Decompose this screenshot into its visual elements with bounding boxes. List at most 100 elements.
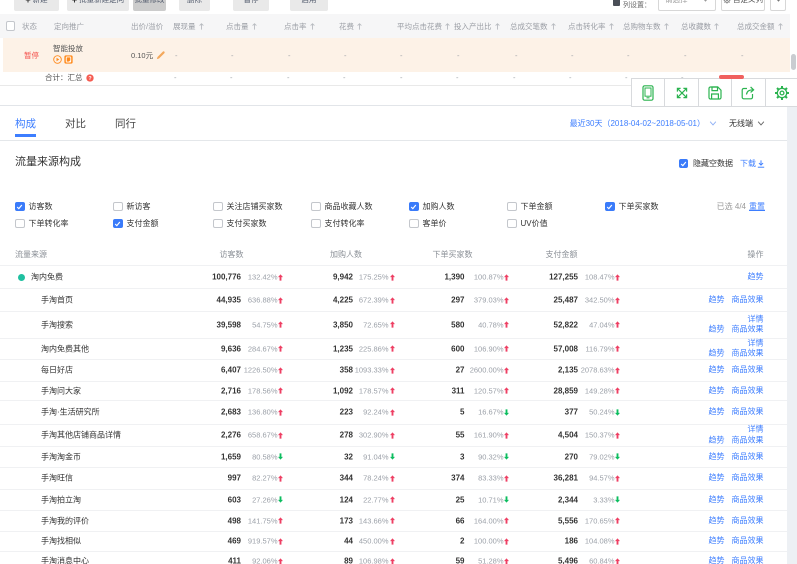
- hide-empty-toggle[interactable]: 隐藏空数据 下载: [679, 158, 766, 169]
- toolbar-button[interactable]: + 批量新建定向: [67, 0, 129, 11]
- toolbar-button[interactable]: + 新建: [14, 0, 59, 11]
- column-header[interactable]: 总成交金额: [737, 14, 783, 38]
- trend-link[interactable]: 趋势: [709, 385, 725, 394]
- column-header[interactable]: 展现量: [173, 14, 204, 38]
- trend-link[interactable]: 趋势: [709, 295, 725, 304]
- source-name[interactable]: 每日好店: [41, 365, 73, 376]
- source-name[interactable]: 手淘我的评价: [41, 515, 89, 526]
- metric-checkbox[interactable]: [507, 202, 517, 212]
- column-header[interactable]: 平均点击花费: [397, 14, 450, 38]
- creative-icon[interactable]: [64, 55, 73, 64]
- product-effect-link[interactable]: 商品效果: [732, 452, 764, 461]
- metric-checkbox[interactable]: [409, 202, 419, 212]
- product-effect-link[interactable]: 商品效果: [732, 385, 764, 394]
- settings-button[interactable]: [766, 79, 797, 106]
- tab[interactable]: 对比: [65, 106, 86, 140]
- metric-filter[interactable]: 关注店铺买家数: [213, 201, 283, 212]
- trend-link[interactable]: 趋势: [709, 452, 725, 461]
- column-header[interactable]: 定向推广: [54, 14, 84, 38]
- source-name[interactable]: 手淘找相似: [41, 536, 81, 547]
- promotion-row[interactable]: 暂停 智能投放 0.10元 - -: [3, 38, 790, 72]
- product-effect-link[interactable]: 商品效果: [732, 494, 764, 503]
- column-header[interactable]: 点击率: [284, 14, 315, 38]
- metric-filter[interactable]: UV价值: [507, 218, 548, 229]
- vertical-scrollbar[interactable]: [791, 54, 796, 70]
- detail-link[interactable]: 详情: [748, 425, 764, 434]
- metric-filter[interactable]: 支付金额: [113, 218, 159, 229]
- metric-filter[interactable]: 支付转化率: [311, 218, 365, 229]
- source-name[interactable]: 手淘旺信: [41, 473, 73, 484]
- bulk-select[interactable]: 请选择: [658, 0, 716, 11]
- trend-link[interactable]: 趋势: [709, 349, 725, 358]
- source-name[interactable]: 手淘·生活研究所: [41, 407, 100, 418]
- metric-checkbox[interactable]: [213, 202, 223, 212]
- product-effect-link[interactable]: 商品效果: [732, 325, 764, 334]
- source-name[interactable]: 手淘消息中心: [41, 556, 89, 564]
- metric-checkbox[interactable]: [311, 202, 321, 212]
- metric-checkbox[interactable]: [15, 219, 25, 229]
- trend-link[interactable]: 趋势: [709, 494, 725, 503]
- metric-filter[interactable]: 访客数: [15, 201, 53, 212]
- trend-link[interactable]: 趋势: [709, 556, 725, 564]
- source-name[interactable]: 淘内免费: [31, 272, 63, 283]
- column-header[interactable]: 点击量: [226, 14, 257, 38]
- select-all-checkbox[interactable]: [6, 21, 16, 31]
- product-effect-link[interactable]: 商品效果: [732, 365, 764, 374]
- column-header[interactable]: 点击转化率: [568, 14, 614, 38]
- metric-checkbox[interactable]: [15, 202, 25, 212]
- metric-checkbox[interactable]: [311, 219, 321, 229]
- metric-filter[interactable]: 加购人数: [409, 201, 455, 212]
- tab[interactable]: 同行: [115, 106, 136, 140]
- trend-link[interactable]: 趋势: [709, 365, 725, 374]
- metric-filter[interactable]: 下单转化率: [15, 218, 69, 229]
- column-header[interactable]: 投入产出比: [454, 14, 500, 38]
- metric-filter[interactable]: 下单金额: [507, 201, 553, 212]
- metric-filter[interactable]: 新访客: [113, 201, 151, 212]
- channel-selector[interactable]: 无线端: [729, 118, 753, 129]
- product-effect-link[interactable]: 商品效果: [732, 295, 764, 304]
- metric-checkbox[interactable]: [113, 202, 123, 212]
- save-button[interactable]: [699, 79, 732, 106]
- column-header[interactable]: 出价/溢价: [131, 14, 163, 38]
- customize-columns-button[interactable]: 自定义列: [721, 0, 765, 11]
- metric-filter[interactable]: 客单价: [409, 218, 447, 229]
- date-range-selector[interactable]: 最近30天（2018-04-02~2018-05-01）: [570, 118, 705, 129]
- hide-empty-checkbox[interactable]: [679, 159, 689, 169]
- toolbar-button[interactable]: 启用: [290, 0, 328, 11]
- product-effect-link[interactable]: 商品效果: [732, 556, 764, 564]
- product-effect-link[interactable]: 商品效果: [732, 536, 764, 545]
- metric-checkbox[interactable]: [113, 219, 123, 229]
- column-header[interactable]: 总购物车数: [623, 14, 669, 38]
- toolbar-button[interactable]: 暂停: [233, 0, 269, 11]
- promotion-name[interactable]: 智能投放: [53, 43, 83, 54]
- metric-checkbox[interactable]: [213, 219, 223, 229]
- source-name[interactable]: 手淘拍立淘: [41, 494, 81, 505]
- tab[interactable]: 构成: [15, 106, 36, 140]
- trend-link[interactable]: 趋势: [709, 325, 725, 334]
- reset-link[interactable]: 重置: [749, 201, 765, 212]
- column-header[interactable]: 状态: [22, 14, 37, 38]
- fullscreen-button[interactable]: [665, 79, 698, 106]
- metric-filter[interactable]: 商品收藏人数: [311, 201, 373, 212]
- source-name[interactable]: 手淘问大家: [41, 385, 81, 396]
- column-header[interactable]: 总成交笔数: [510, 14, 556, 38]
- column-header[interactable]: 花费: [339, 14, 362, 38]
- metric-checkbox[interactable]: [409, 219, 419, 229]
- more-button[interactable]: [770, 0, 786, 11]
- source-name[interactable]: 手淘搜索: [41, 319, 73, 330]
- source-name[interactable]: 淘内免费其他: [41, 343, 89, 354]
- product-effect-link[interactable]: 商品效果: [732, 435, 764, 444]
- product-effect-link[interactable]: 商品效果: [732, 349, 764, 358]
- product-effect-link[interactable]: 商品效果: [732, 473, 764, 482]
- trend-link[interactable]: 趋势: [709, 515, 725, 524]
- edit-pencil-icon[interactable]: [156, 50, 166, 60]
- trend-link[interactable]: 趋势: [709, 536, 725, 545]
- trend-link[interactable]: 趋势: [709, 435, 725, 444]
- share-button[interactable]: [732, 79, 765, 106]
- product-effect-link[interactable]: 商品效果: [732, 515, 764, 524]
- trend-link[interactable]: 趋势: [709, 473, 725, 482]
- toolbar-button[interactable]: 删除: [179, 0, 210, 11]
- product-effect-link[interactable]: 商品效果: [732, 407, 764, 416]
- mobile-preview-button[interactable]: [632, 79, 665, 106]
- source-name[interactable]: 手淘淘金币: [41, 451, 81, 462]
